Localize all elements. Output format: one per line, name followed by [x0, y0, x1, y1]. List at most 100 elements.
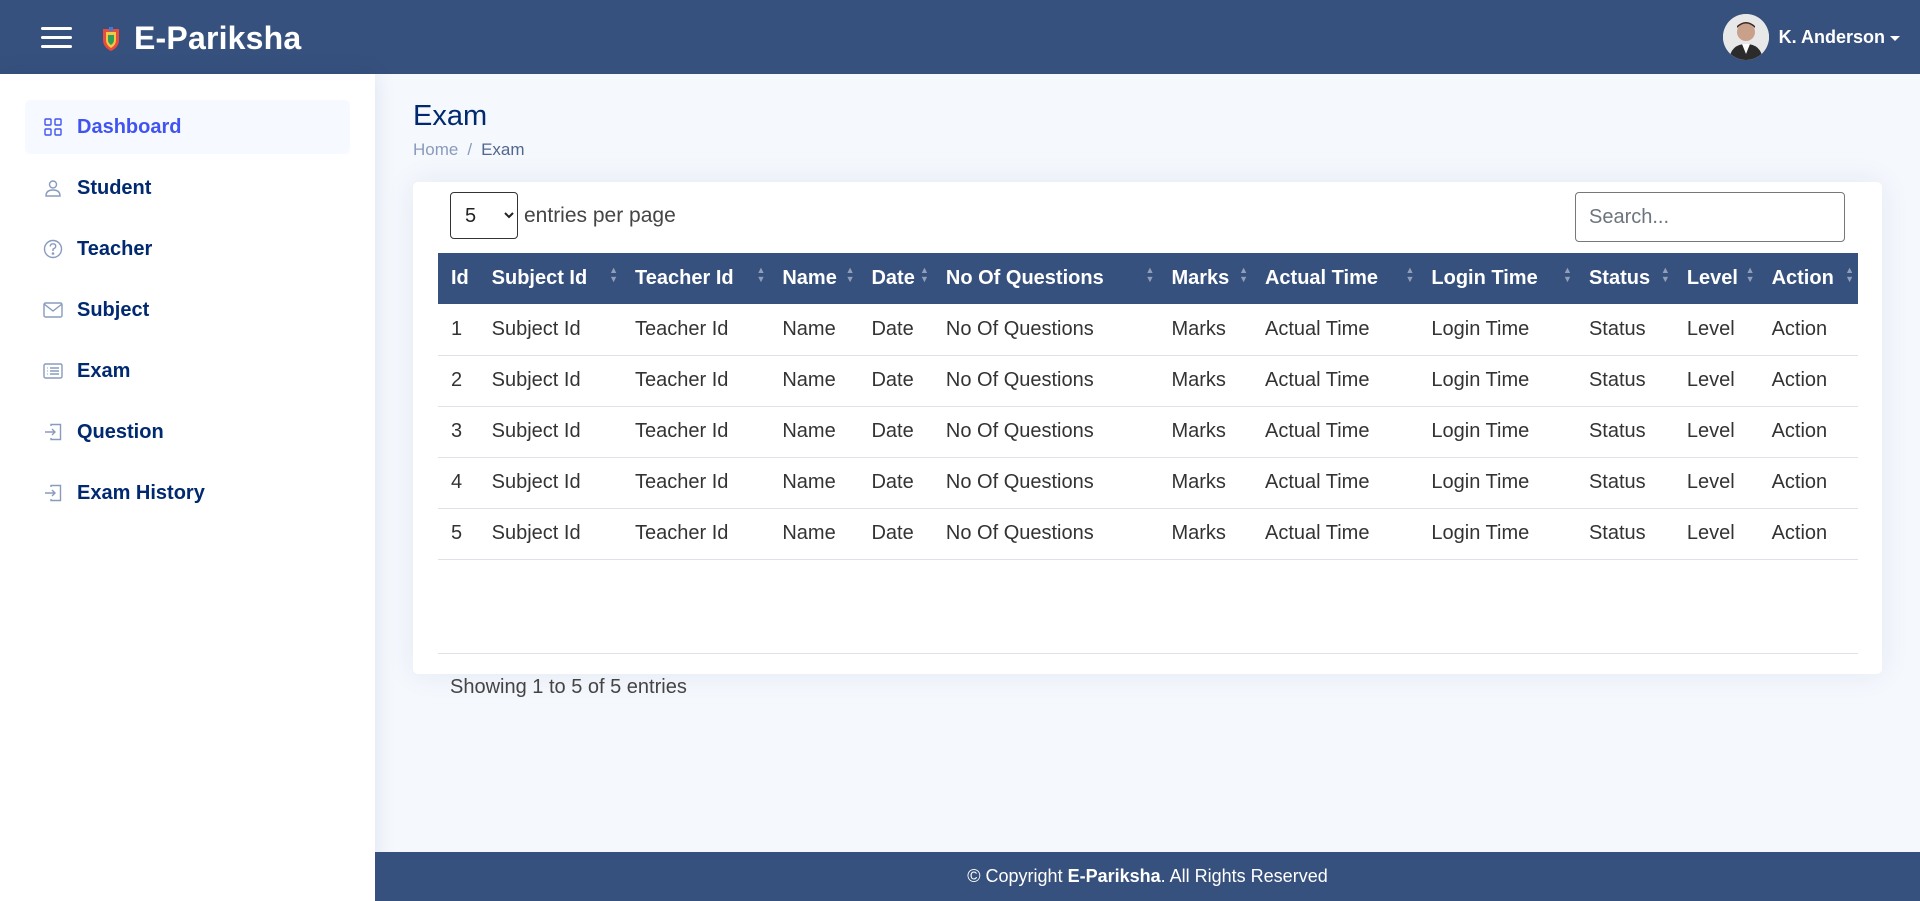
hamburger-line: [41, 45, 72, 48]
cell-id: 1: [438, 304, 479, 356]
column-header-teacher-id[interactable]: Teacher Id ▲ ▼: [622, 253, 769, 304]
column-header-status[interactable]: Status ▲ ▼: [1576, 253, 1674, 304]
table-row: 4 Subject Id Teacher Id Name Date No Of …: [438, 457, 1858, 509]
column-header-label: Name: [782, 267, 837, 289]
column-header-label: Subject Id: [491, 267, 588, 289]
cell-marks: Marks: [1158, 304, 1252, 356]
cell-name: Name: [769, 355, 859, 407]
table-row: 1 Subject Id Teacher Id Name Date No Of …: [438, 304, 1858, 356]
cell-subject-id: Subject Id: [478, 406, 623, 458]
sidebar-item-exam[interactable]: Exam: [25, 344, 350, 398]
sidebar-item-label: Question: [77, 420, 164, 443]
cell-teacher-id: Teacher Id: [622, 457, 770, 509]
entries-per-page-select[interactable]: 5: [450, 192, 518, 239]
breadcrumb-home-link[interactable]: Home: [413, 140, 458, 160]
grid-icon: [43, 117, 63, 137]
sort-icon: ▲ ▼: [919, 265, 929, 284]
cell-no-of-questions: No Of Questions: [932, 406, 1159, 458]
sort-icon: ▲ ▼: [1745, 265, 1755, 284]
sort-icon: ▲ ▼: [1145, 265, 1155, 284]
cell-actual-time: Actual Time: [1251, 406, 1419, 458]
column-header-level[interactable]: Level ▲ ▼: [1674, 253, 1759, 304]
hamburger-line: [41, 27, 72, 30]
column-header-login-time[interactable]: Login Time ▲ ▼: [1418, 253, 1576, 304]
column-header-id[interactable]: Id: [438, 253, 479, 304]
cell-action[interactable]: Action: [1758, 304, 1858, 356]
cell-status: Status: [1575, 406, 1674, 458]
cell-marks: Marks: [1158, 508, 1252, 560]
hamburger-line: [41, 36, 72, 39]
menu-toggle-button[interactable]: [41, 25, 72, 49]
cell-no-of-questions: No Of Questions: [932, 457, 1159, 509]
column-header-marks[interactable]: Marks ▲ ▼: [1158, 253, 1252, 304]
table-header-row: Id Subject Id ▲ ▼ Teacher Id ▲ ▼ Name ▲ ▼ Date…: [438, 253, 1858, 304]
sidebar-item-dashboard[interactable]: Dashboard: [25, 100, 350, 154]
sidebar-item-exam-history[interactable]: Exam History: [25, 466, 350, 520]
sidebar-item-label: Exam History: [77, 481, 205, 504]
cell-no-of-questions: No Of Questions: [932, 304, 1159, 356]
cell-no-of-questions: No Of Questions: [932, 508, 1159, 560]
search-input[interactable]: [1575, 192, 1845, 242]
column-header-label: Marks: [1171, 267, 1230, 289]
column-header-label: Id: [451, 267, 469, 289]
column-header-actual-time[interactable]: Actual Time ▲ ▼: [1252, 253, 1418, 304]
column-header-label: Date: [871, 267, 915, 289]
sidebar-item-student[interactable]: Student: [25, 161, 350, 215]
cell-id: 5: [438, 508, 479, 560]
profile-name: K. Anderson: [1778, 26, 1885, 47]
cell-date: Date: [858, 508, 933, 560]
column-header-date[interactable]: Date ▲ ▼: [858, 253, 932, 304]
cell-status: Status: [1575, 304, 1674, 356]
cell-date: Date: [858, 406, 933, 458]
column-header-label: No Of Questions: [945, 267, 1104, 289]
cell-action[interactable]: Action: [1758, 457, 1858, 509]
cell-marks: Marks: [1158, 406, 1252, 458]
sort-icon: ▲ ▼: [1405, 265, 1415, 284]
footer-copyright-suffix: . All Rights Reserved: [1160, 866, 1328, 886]
cell-login-time: Login Time: [1418, 355, 1576, 407]
breadcrumb-current: Exam: [481, 140, 525, 159]
sidebar-item-question[interactable]: Question: [25, 405, 350, 459]
cell-date: Date: [858, 457, 933, 509]
footer-copyright-prefix: © Copyright: [967, 866, 1068, 886]
cell-status: Status: [1575, 355, 1674, 407]
profile-dropdown[interactable]: K. Anderson: [1722, 14, 1900, 60]
brand-logo[interactable]: E-Pariksha: [100, 20, 301, 57]
chevron-down-icon: [1890, 35, 1900, 41]
cell-action[interactable]: Action: [1758, 355, 1858, 407]
cell-teacher-id: Teacher Id: [622, 406, 770, 458]
box-arrow-in-right-icon: [43, 483, 63, 503]
cell-login-time: Login Time: [1418, 457, 1576, 509]
exam-table-card: 5 entries per page Id Subject Id ▲▼ Teach…: [413, 182, 1882, 698]
breadcrumb: Home / Exam: [413, 140, 525, 160]
cell-id: 4: [438, 457, 479, 509]
cell-subject-id: Subject Id: [478, 355, 623, 407]
cell-action[interactable]: Action: [1758, 508, 1858, 560]
cell-no-of-questions: No Of Questions: [932, 355, 1159, 407]
sidebar-item-label: Dashboard: [77, 115, 182, 138]
sidebar-item-teacher[interactable]: Teacher: [25, 222, 350, 276]
box-arrow-in-right-icon: [43, 422, 63, 442]
column-header-action[interactable]: Action ▲ ▼: [1759, 253, 1858, 304]
column-header-label: Action: [1771, 267, 1834, 289]
sidebar-item-subject[interactable]: Subject: [25, 283, 350, 337]
column-header-name[interactable]: Name ▲ ▼: [769, 253, 858, 304]
logo-icon: [103, 26, 119, 51]
cell-level: Level: [1673, 304, 1759, 356]
column-header-no-of-questions[interactable]: No Of Questions ▲ ▼: [933, 253, 1159, 304]
sort-icon: ▲ ▼: [1660, 265, 1670, 284]
sidebar: Dashboard Student Teacher Subject Exam Q…: [0, 74, 375, 901]
cell-name: Name: [769, 406, 859, 458]
page-title: Exam: [413, 100, 488, 132]
cell-teacher-id: Teacher Id: [622, 508, 770, 560]
sidebar-item-label: Subject: [77, 298, 150, 321]
cell-marks: Marks: [1158, 355, 1252, 407]
cell-actual-time: Actual Time: [1251, 355, 1419, 407]
top-header: E-Pariksha K. Anderson: [0, 0, 1920, 74]
cell-action[interactable]: Action: [1758, 406, 1858, 458]
sidebar-item-label: Teacher: [77, 237, 153, 260]
cell-actual-time: Actual Time: [1251, 508, 1419, 560]
column-header-subject-id[interactable]: Subject Id ▲ ▼: [479, 253, 622, 304]
cell-login-time: Login Time: [1418, 508, 1576, 560]
user-avatar-icon: [1722, 14, 1769, 60]
